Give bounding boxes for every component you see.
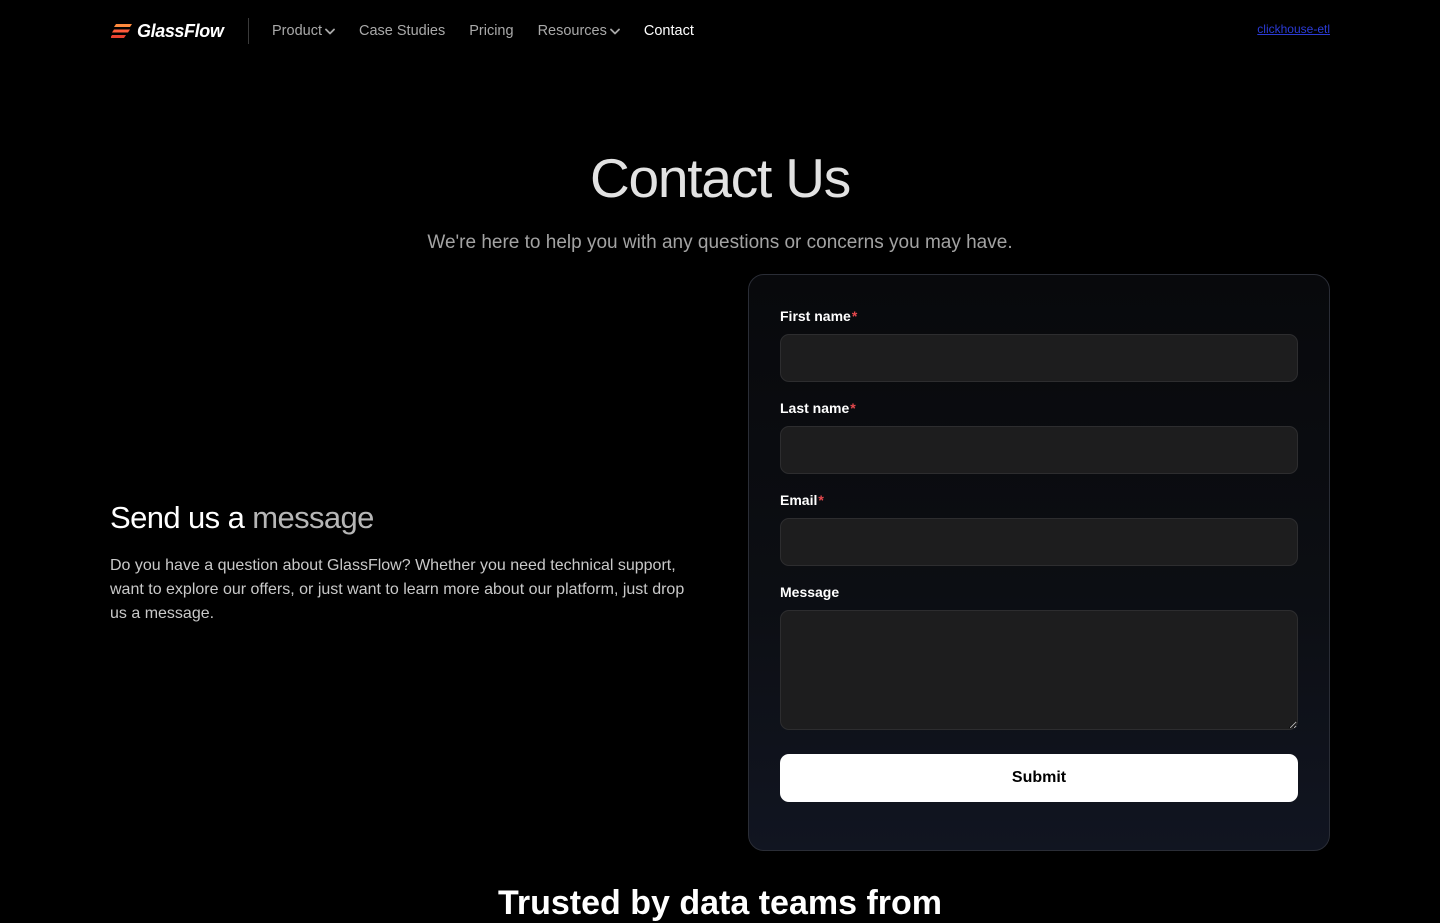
logo-mark-icon [111, 24, 132, 38]
first-name-label-text: First name [780, 308, 851, 324]
last-name-label: Last name* [780, 400, 856, 416]
contact-form: First name* Last name* Email* Message Su… [748, 274, 1330, 851]
chevron-down-icon [325, 28, 335, 34]
email-label: Email* [780, 492, 824, 508]
first-name-input[interactable] [780, 334, 1298, 382]
nav-links: Product Case Studies Pricing Resources C… [272, 20, 718, 42]
required-marker: * [818, 492, 824, 508]
nav-item-label: Pricing [469, 23, 514, 39]
glassflow-logo[interactable]: GlassFlow [111, 18, 224, 44]
message-label-text: Message [780, 584, 840, 600]
nav-item-resources[interactable]: Resources [538, 23, 620, 39]
nav-item-label: Product [272, 23, 322, 39]
nav-item-case-studies[interactable]: Case Studies [359, 23, 445, 39]
nav-item-contact[interactable]: Contact [644, 23, 694, 39]
required-marker: * [850, 400, 856, 416]
message-textarea[interactable] [780, 610, 1298, 730]
message-label: Message [780, 584, 839, 600]
logo-text: GlassFlow [137, 20, 224, 41]
section-heading-part-2: message [252, 500, 374, 535]
nav-divider [248, 18, 249, 44]
trusted-by-heading: Trusted by data teams from [497, 884, 942, 922]
top-navigation: GlassFlow Product Case Studies Pricing R… [0, 0, 1440, 62]
email-input[interactable] [780, 518, 1298, 566]
nav-item-label: Case Studies [358, 23, 446, 39]
last-name-label-text: Last name [780, 400, 850, 416]
email-label-text: Email [780, 492, 818, 508]
page-title: Contact Us [589, 147, 851, 209]
section-heading-part-1: Send us a [110, 500, 253, 535]
nav-item-label: Contact [643, 23, 694, 39]
required-marker: * [851, 308, 858, 324]
nav-item-product[interactable]: Product [272, 23, 335, 39]
section-description: Do you have a question about GlassFlow? … [110, 557, 685, 622]
section-heading: Send us a message [110, 500, 374, 536]
submit-button[interactable]: Submit [780, 754, 1298, 802]
last-name-input[interactable] [780, 426, 1298, 474]
nav-item-pricing[interactable]: Pricing [469, 23, 513, 39]
first-name-label: First name* [780, 308, 857, 324]
chevron-down-icon [609, 28, 620, 34]
nav-item-label: Resources [537, 23, 607, 39]
clickhouse-etl-link[interactable]: clickhouse-etl [1257, 22, 1330, 36]
page-subtitle: We're here to help you with any question… [427, 232, 1013, 253]
